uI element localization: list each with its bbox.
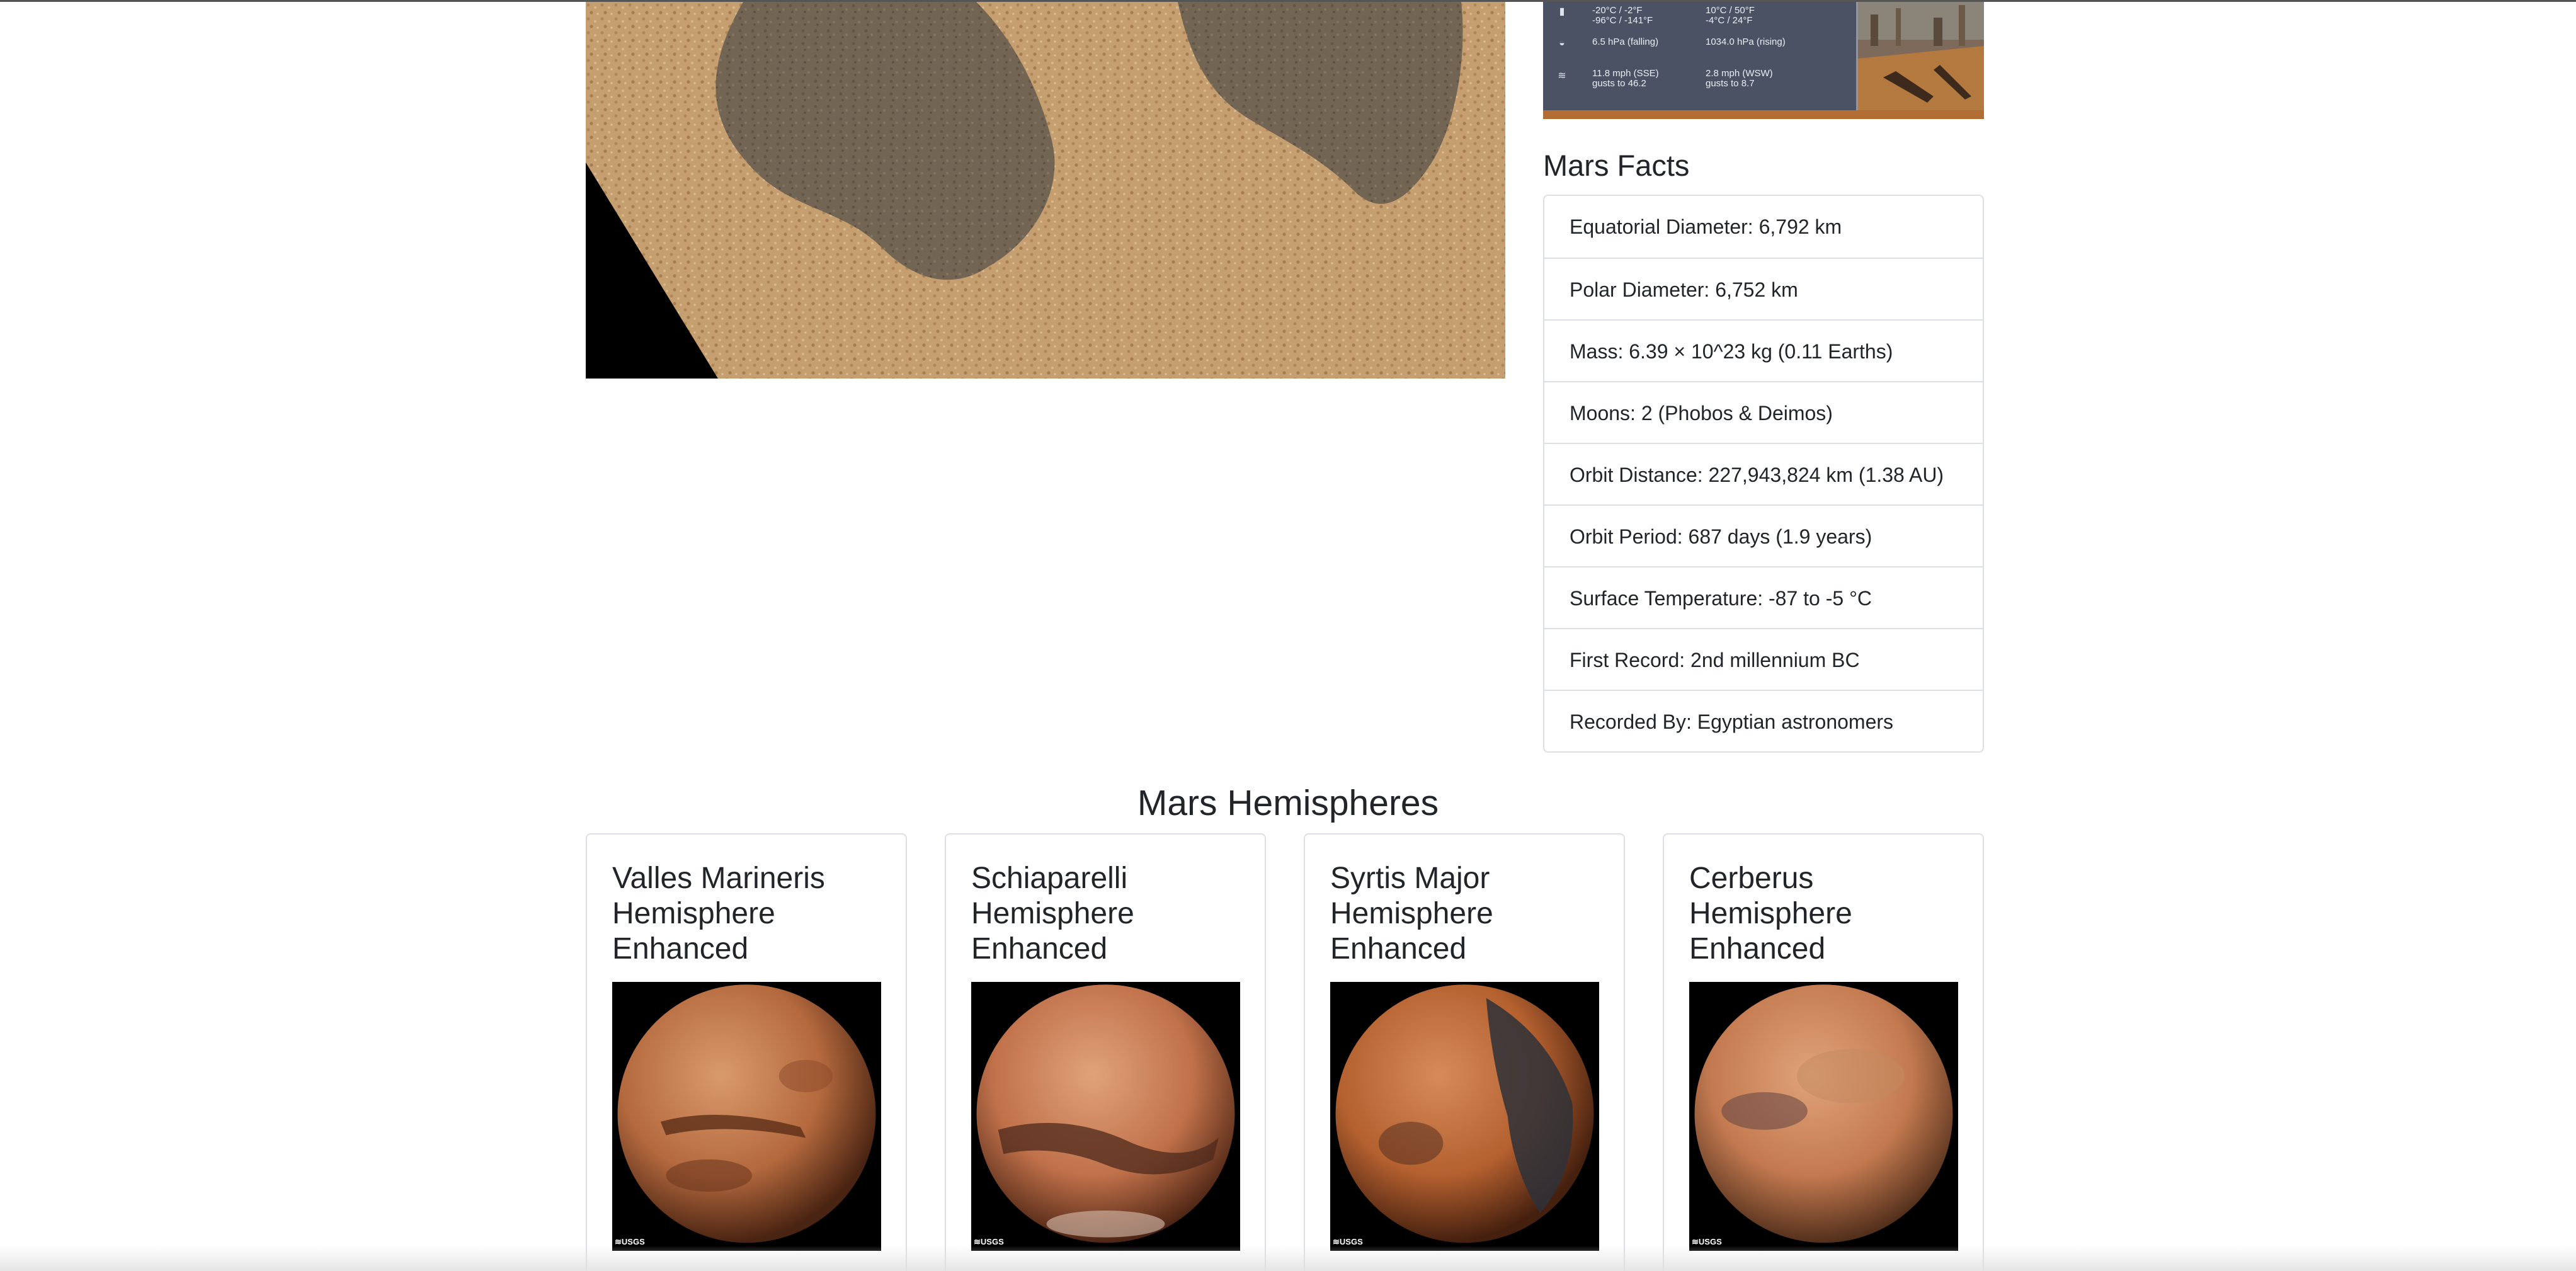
usgs-logo: ≋USGS [1333, 1237, 1363, 1246]
fact-item: Mass: 6.39 × 10^23 kg (0.11 Earths) [1544, 319, 1983, 381]
hemisphere-title[interactable]: Cerberus Hemisphere Enhanced [1689, 861, 1966, 967]
hemisphere-image[interactable]: ≋USGS [971, 982, 1240, 1251]
fact-item: Moons: 2 (Phobos & Deimos) [1544, 381, 1983, 443]
mars-hemispheres-heading: Mars Hemispheres [1137, 783, 1439, 823]
weather-footer-bar [1543, 110, 1984, 119]
mars-facts-heading: Mars Facts [1543, 149, 1690, 182]
fact-item: Polar Diameter: 6,752 km [1544, 258, 1983, 319]
weather-wind-mars: 11.8 mph (SSE) gusts to 46.2 [1592, 68, 1659, 89]
fact-item: First Record: 2nd millennium BC [1544, 628, 1983, 690]
fact-item: Surface Temperature: -87 to -5 °C [1544, 566, 1983, 628]
fact-item: Recorded By: Egyptian astronomers [1544, 690, 1983, 751]
featured-mars-image[interactable] [586, 2, 1505, 379]
fact-item: Orbit Period: 687 days (1.9 years) [1544, 504, 1983, 566]
fact-item: Equatorial Diameter: 6,792 km [1570, 215, 1842, 238]
weather-temp-mars: -20°C / -2°F -96°C / -141°F [1592, 5, 1653, 26]
hemisphere-image[interactable]: ≋USGS [1689, 982, 1958, 1251]
thermometer-icon: ▮ [1559, 6, 1565, 17]
fact-item: Orbit Distance: 227,943,824 km (1.38 AU) [1544, 443, 1983, 504]
hemisphere-title[interactable]: Syrtis Major Hemisphere Enhanced [1330, 861, 1607, 967]
bottom-scroll-fade [0, 1246, 2576, 1271]
pressure-gauge-icon: ◒ [1559, 38, 1565, 48]
hemisphere-card-cerberus[interactable]: Cerberus Hemisphere Enhanced ≋USGS [1663, 833, 1984, 1271]
hemisphere-title[interactable]: Valles Marineris Hemisphere Enhanced [612, 861, 889, 967]
hemisphere-card-syrtis-major[interactable]: Syrtis Major Hemisphere Enhanced ≋USGS [1304, 833, 1625, 1271]
usgs-logo: ≋USGS [615, 1237, 645, 1246]
wind-icon: ≋ [1558, 71, 1566, 81]
mars-surface-photo [586, 2, 1505, 379]
page: ▮ -20°C / -2°F -96°C / -141°F 10°C / 50°… [0, 0, 2576, 1271]
weather-panel: ▮ -20°C / -2°F -96°C / -141°F 10°C / 50°… [1543, 2, 1856, 110]
weather-pressure-earth: 1034.0 hPa (rising) [1706, 37, 1786, 47]
weather-pressure-mars: 6.5 hPa (falling) [1592, 37, 1659, 47]
weather-wind-earth: 2.8 mph (WSW) gusts to 8.7 [1706, 68, 1773, 89]
hemisphere-card-valles-marineris[interactable]: Valles Marineris Hemisphere Enhanced ≋US… [586, 833, 907, 1271]
hemisphere-title[interactable]: Schiaparelli Hemisphere Enhanced [971, 861, 1248, 967]
weather-temp-earth: 10°C / 50°F -4°C / 24°F [1706, 5, 1755, 26]
mars-weather-image[interactable]: ▮ -20°C / -2°F -96°C / -141°F 10°C / 50°… [1543, 2, 1984, 119]
mars-facts-list: Equatorial Diameter: 6,792 km Polar Diam… [1543, 195, 1984, 753]
hemisphere-image[interactable]: ≋USGS [612, 982, 881, 1251]
hemisphere-image[interactable]: ≋USGS [1330, 982, 1599, 1251]
usgs-logo: ≋USGS [1692, 1237, 1722, 1246]
weather-landscape-image [1858, 2, 1984, 119]
usgs-logo: ≋USGS [974, 1237, 1004, 1246]
hemisphere-card-schiaparelli[interactable]: Schiaparelli Hemisphere Enhanced ≋USGS [945, 833, 1266, 1271]
